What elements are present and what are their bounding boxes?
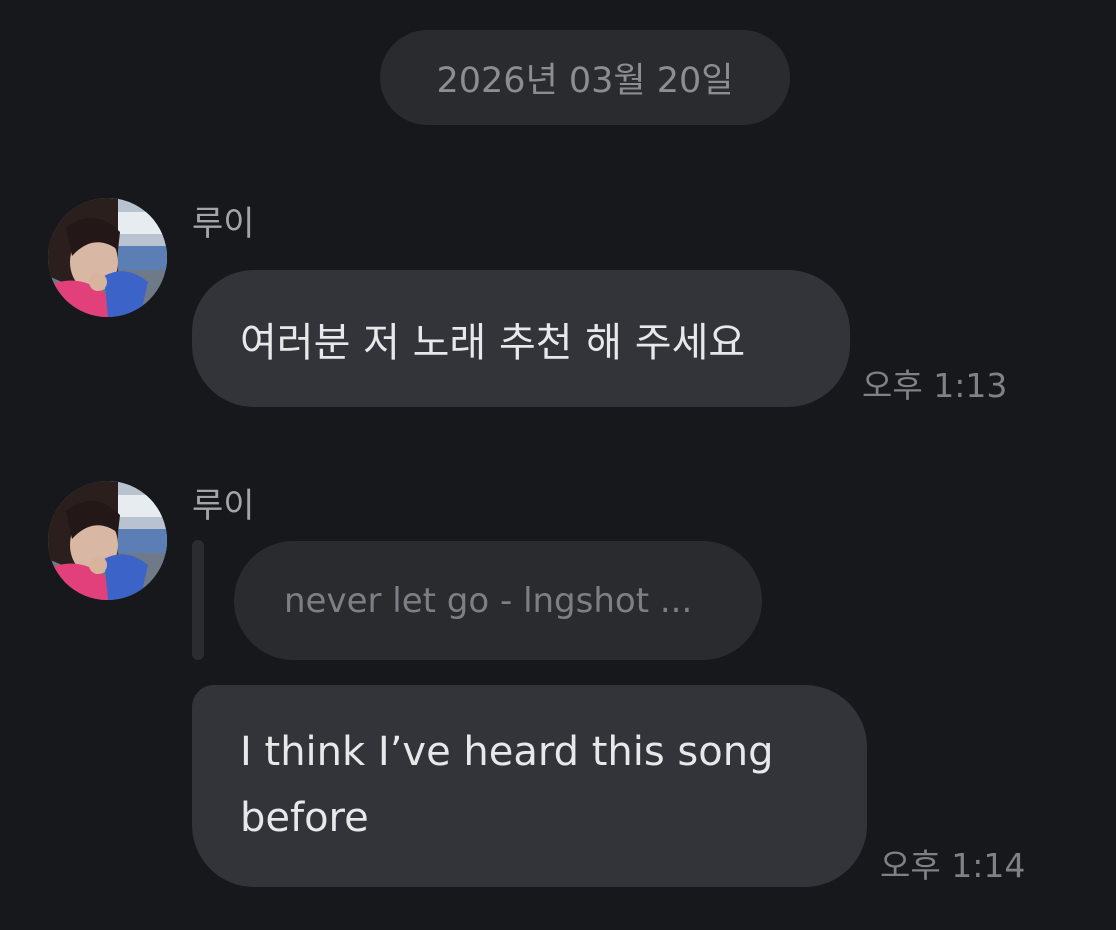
sender-name: 루이 [192,204,255,244]
message-bubble[interactable]: I think I’ve heard this song before [192,685,867,887]
date-separator-text: 2026년 03월 20일 [436,61,734,101]
avatar-photo-icon [48,481,167,600]
sender-name: 루이 [192,486,255,526]
avatar[interactable] [48,481,167,600]
message-time: 오후 1:14 [880,846,1026,885]
message-bubble[interactable]: 여러분 저 노래 추천 해 주세요 [192,270,850,407]
date-separator: 2026년 03월 20일 [380,30,790,125]
message-text: 여러분 저 노래 추천 해 주세요 [240,319,746,366]
avatar-photo-icon [48,198,167,317]
reply-preview[interactable]: never let go - lngshot ... [234,541,762,660]
message-time: 오후 1:13 [862,366,1008,405]
message-text-line: before [240,795,369,841]
avatar[interactable] [48,198,167,317]
reply-indicator-bar [192,540,204,660]
message-text-line: I think I’ve heard this song [240,729,774,775]
reply-preview-text: never let go - lngshot ... [284,580,693,621]
